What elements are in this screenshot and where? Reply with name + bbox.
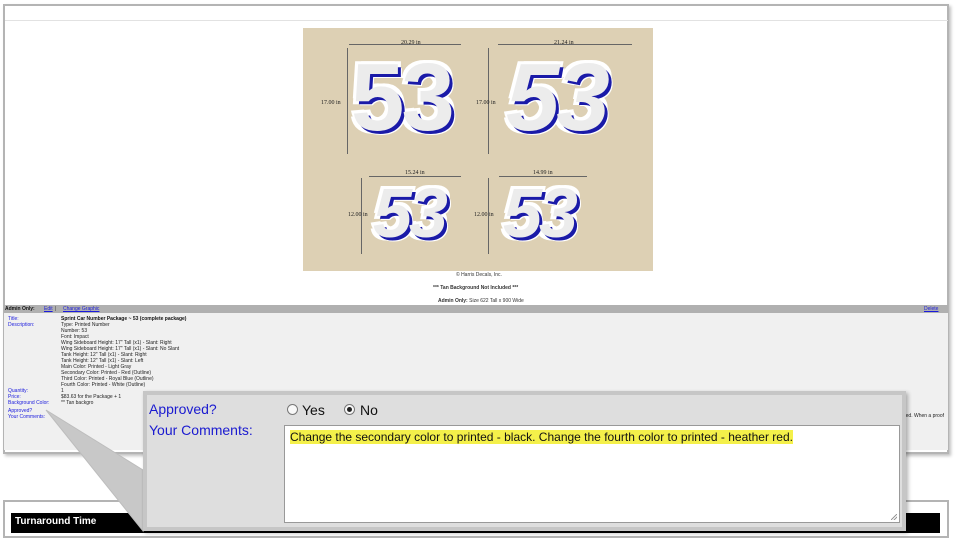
resize-grip-icon[interactable] [891,514,897,520]
background-color-value: ** Tan backgro [61,400,94,406]
dim-bottom-left-height: 12.00 in [348,212,368,218]
admin-size-value: Size 622 Tall x 900 Wide [469,298,524,304]
approved-no-radio[interactable] [344,404,355,415]
turnaround-title: Turnaround Time [15,516,97,527]
decal-number: 53 [350,44,457,151]
admin-label: Admin Only: [5,306,35,312]
decal-number: 53 [502,174,580,252]
background-color-label: Background Color: [8,400,50,406]
comments-label: Your Comments: [149,422,253,438]
decal-proof-image: 20.29 in 17.00 in 53 21.24 in 17.00 in 5… [303,28,653,271]
decal-number: 53 [505,44,612,151]
admin-size-label: Admin Only: [438,298,468,304]
separator: | [55,306,57,312]
dim-top-right-height: 17.00 in [476,100,496,106]
description-line: Fourth Color: Printed - White (Outline) [61,382,146,388]
change-graphic-link[interactable]: Change Graphic [63,305,99,313]
divider [5,20,948,21]
approved-yes-radio[interactable] [287,404,298,415]
dimension-line [347,48,348,154]
approved-label: Approved? [149,401,217,417]
dim-bottom-right-height: 12.00 in [474,212,494,218]
tan-background-note: *** Tan Background Not Included *** [433,285,519,291]
description-label: Description: [8,322,35,328]
delete-link[interactable]: Delete [924,305,938,313]
admin-size-note: Admin Only: Size 622 Tall x 900 Wide [438,298,524,304]
dim-top-left-height: 17.00 in [321,100,341,106]
comments-text: Change the secondary color to printed - … [290,430,793,444]
admin-bar: Admin Only: Edit | Change Graphic Delete [4,305,948,313]
info-text-fragment: rted. When a proof [902,413,944,419]
edit-link[interactable]: Edit [44,305,53,313]
comments-label-small: Your Comments: [8,414,46,420]
approved-no-label[interactable]: No [360,402,378,418]
copyright-text: © Harris Decals, Inc. [456,272,502,278]
decal-number: 53 [372,174,450,252]
approved-yes-label[interactable]: Yes [302,402,325,418]
